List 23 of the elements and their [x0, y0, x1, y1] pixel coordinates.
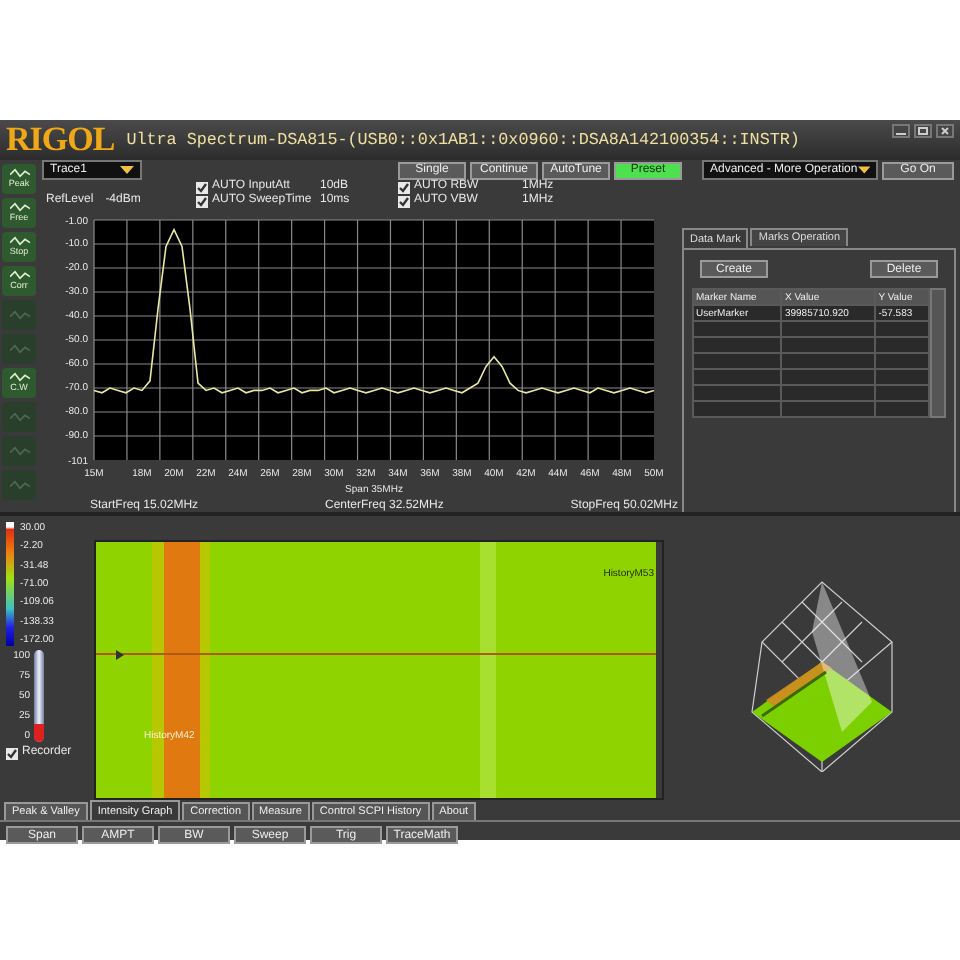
wave-icon — [9, 202, 29, 213]
checkbox[interactable] — [196, 181, 208, 193]
checkbox[interactable] — [196, 195, 208, 207]
minimize-icon[interactable] — [892, 124, 910, 138]
wave-icon — [9, 236, 29, 247]
color-scale-bar — [6, 522, 14, 646]
wave-icon — [9, 445, 29, 455]
caret-icon — [857, 166, 870, 174]
caret-icon — [120, 166, 134, 174]
wave-icon — [9, 270, 29, 281]
checkbox[interactable] — [6, 747, 18, 759]
maximize-icon[interactable] — [914, 124, 932, 138]
close-icon[interactable] — [936, 124, 954, 138]
wave-icon — [9, 309, 29, 319]
wave-icon — [9, 168, 29, 179]
logo: RIGOL — [6, 120, 115, 160]
checkbox[interactable] — [398, 195, 410, 207]
window-title: Ultra Spectrum-DSA815-(USB0::0x1AB1::0x0960::DSA8A142100354::INSTR) — [126, 130, 802, 150]
scrollbar[interactable] — [930, 288, 946, 418]
cursor-icon — [116, 650, 124, 660]
checkbox[interactable] — [398, 181, 410, 193]
wave-icon — [9, 479, 29, 489]
wave-icon — [9, 411, 29, 421]
